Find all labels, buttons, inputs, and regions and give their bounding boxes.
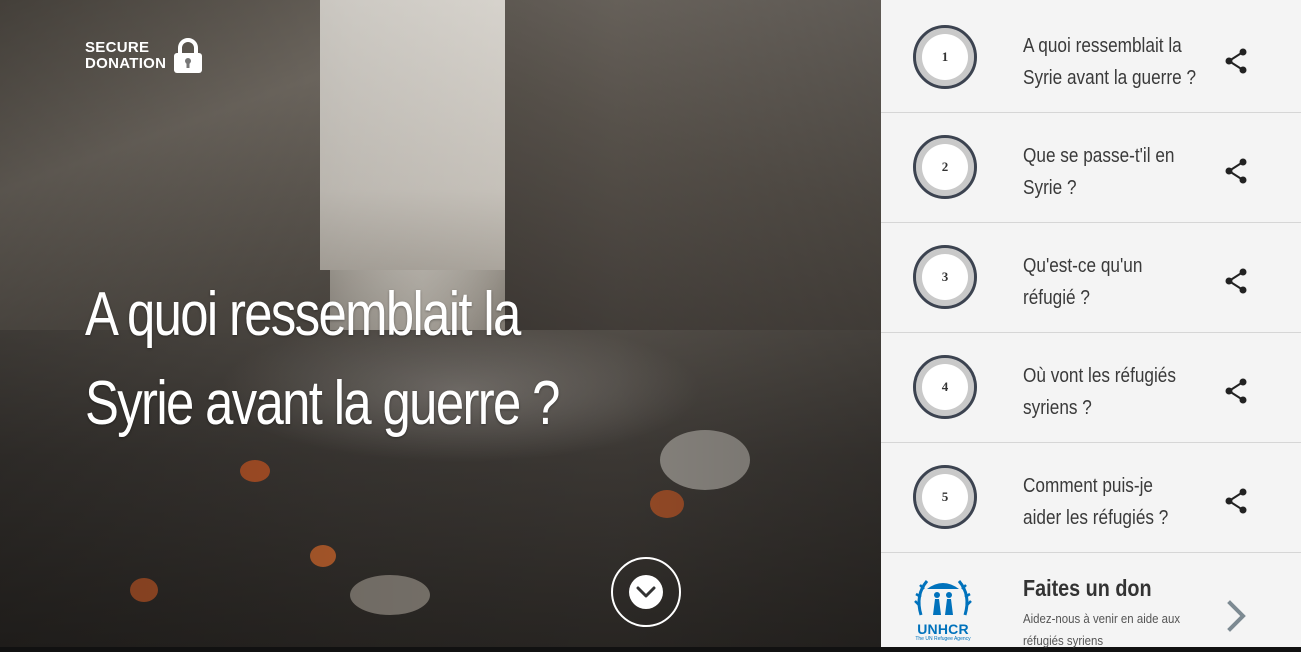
sidebar-item-4[interactable]: 4 Où vont les réfugiés syriens ? — [881, 333, 1301, 443]
donate-title: Faites un don — [1023, 575, 1152, 601]
share-icon[interactable] — [1222, 47, 1250, 75]
item-number-badge: 3 — [913, 245, 977, 309]
item-label-line-2: réfugié ? — [1023, 287, 1090, 309]
sidebar-nav: 1 A quoi ressemblait la Syrie avant la g… — [881, 0, 1301, 648]
item-label-line-1: Qu'est-ce qu'un — [1023, 255, 1143, 277]
unhcr-logo: UNHCR The UN Refugee Agency — [911, 575, 975, 647]
item-number-badge: 4 — [913, 355, 977, 419]
donate-subtitle-line-2: réfugiés syriens — [1023, 633, 1104, 648]
donate-subtitle: Aidez-nous à venir en aide aux réfugiés … — [1023, 608, 1199, 652]
donation-label: DONATION — [85, 55, 167, 72]
unhcr-tagline: The UN Refugee Agency — [915, 636, 971, 642]
item-label-line-2: syriens ? — [1023, 397, 1092, 419]
lock-icon — [174, 38, 203, 73]
item-number-badge: 2 — [913, 135, 977, 199]
chevron-down-icon — [636, 586, 656, 598]
hero-title-line-1: A quoi ressemblait la — [85, 280, 521, 349]
chevron-right-icon[interactable] — [1225, 599, 1249, 633]
share-icon[interactable] — [1222, 377, 1250, 405]
hero-title: A quoi ressemblait la Syrie avant la gue… — [85, 270, 610, 448]
item-label-line-1: Comment puis-je — [1023, 475, 1154, 497]
sidebar-item-2[interactable]: 2 Que se passe-t'il en Syrie ? — [881, 113, 1301, 223]
unhcr-emblem-icon — [914, 580, 972, 616]
hero-title-line-2: Syrie avant la guerre ? — [85, 369, 560, 438]
scroll-down-inner — [629, 575, 663, 609]
share-icon[interactable] — [1222, 267, 1250, 295]
item-label-line-2: aider les réfugiés ? — [1023, 507, 1169, 529]
sidebar-item-5[interactable]: 5 Comment puis-je aider les réfugiés ? — [881, 443, 1301, 553]
sidebar-item-3[interactable]: 3 Qu'est-ce qu'un réfugié ? — [881, 223, 1301, 333]
item-label-line-1: Où vont les réfugiés — [1023, 365, 1176, 387]
donate-cta[interactable]: UNHCR The UN Refugee Agency Faites un do… — [881, 553, 1301, 648]
item-number-badge: 5 — [913, 465, 977, 529]
item-label-line-1: Que se passe-t'il en — [1023, 145, 1175, 167]
hero-background: SECURE DONATION A quoi ressemblait la Sy… — [0, 0, 881, 647]
sidebar-item-label: Qu'est-ce qu'un réfugié ? — [1023, 250, 1186, 314]
item-label-line-1: A quoi ressemblait la — [1023, 35, 1182, 57]
share-icon[interactable] — [1222, 487, 1250, 515]
sidebar-item-label: Que se passe-t'il en Syrie ? — [1023, 140, 1186, 204]
sidebar-item-label: A quoi ressemblait la Syrie avant la gue… — [1023, 30, 1196, 94]
secure-donation-badge[interactable]: SECURE DONATION — [85, 38, 204, 74]
share-icon[interactable] — [1222, 157, 1250, 185]
sidebar-item-1[interactable]: 1 A quoi ressemblait la Syrie avant la g… — [881, 3, 1301, 113]
item-label-line-2: Syrie avant la guerre ? — [1023, 67, 1197, 89]
item-label-line-2: Syrie ? — [1023, 177, 1077, 199]
sidebar-item-label: Où vont les réfugiés syriens ? — [1023, 360, 1186, 424]
scroll-down-button[interactable] — [611, 557, 681, 627]
item-number-badge: 1 — [913, 25, 977, 89]
secure-label: SECURE — [85, 39, 150, 56]
unhcr-wordmark: UNHCR — [917, 621, 969, 637]
secure-donation-text: SECURE DONATION — [85, 40, 166, 72]
donate-subtitle-line-1: Aidez-nous à venir en aide aux — [1023, 611, 1181, 626]
sidebar-item-label: Comment puis-je aider les réfugiés ? — [1023, 470, 1186, 534]
